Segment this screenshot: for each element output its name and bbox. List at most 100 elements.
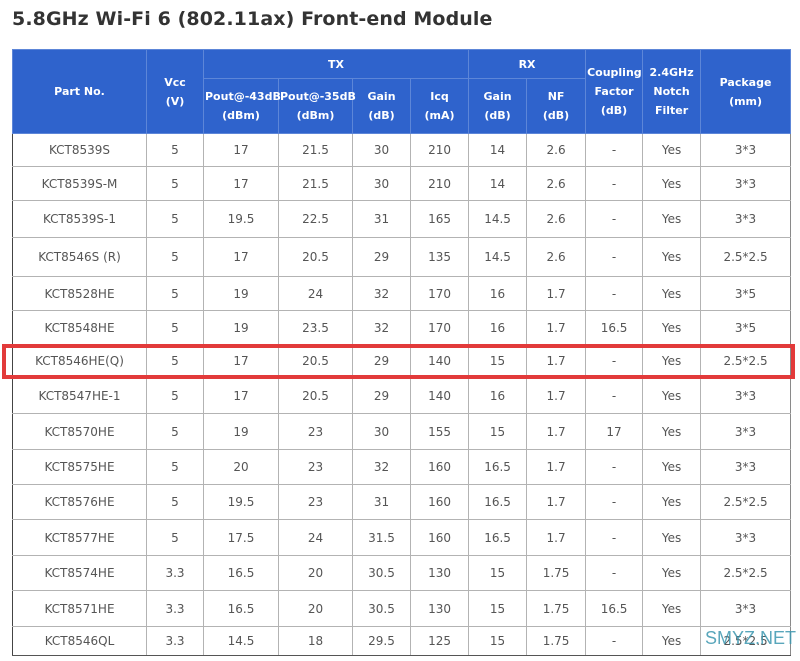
table-body: KCT8539S 5 17 21.5 30 210 14 2.6- Yes 3*3 KCT8539S… — [12, 133, 792, 656]
cell-tx-pout-35: 21.5 — [278, 133, 353, 167]
cell-coupling-factor: - — [585, 484, 644, 520]
cell-tx-pout-35: 20.5 — [278, 237, 353, 277]
cell-tx-icq: 160 — [409, 519, 470, 556]
page-title: 5.8GHz Wi-Fi 6 (802.11ax) Front-end Modu… — [12, 8, 493, 30]
cell-rx-nf: 1.7 — [526, 449, 587, 485]
cell-tx-gain: 29.5 — [352, 626, 411, 656]
cell-rx-gain: 16 — [468, 310, 528, 345]
cell-tx-gain: 30 — [352, 413, 411, 450]
cell-tx-pout-43: 17 — [203, 377, 279, 414]
cell-part-no: KCT8546QL — [12, 626, 147, 656]
header-part-no: Part No. — [12, 49, 147, 134]
cell-package: 3*3 — [700, 413, 792, 450]
header-tx-gain: Gain (dB) — [352, 78, 411, 134]
cell-tx-pout-35: 20.5 — [278, 377, 353, 414]
cell-vcc: 3.3 — [146, 555, 204, 591]
cell-tx-pout-35: 24 — [278, 276, 353, 311]
cell-part-no: KCT8570HE — [12, 413, 147, 450]
cell-tx-icq: 160 — [409, 484, 470, 520]
cell-rx-nf: 1.75 — [526, 590, 587, 627]
cell-part-no: KCT8546S (R) — [12, 237, 147, 277]
cell-vcc: 5 — [146, 310, 204, 345]
cell-tx-pout-35: 21.5 — [278, 166, 353, 201]
cell-tx-pout-43: 17 — [203, 166, 279, 201]
cell-tx-gain: 31 — [352, 484, 411, 520]
table-row: KCT8547HE-1 5 17 20.5 29 140 16 1.7- Yes 3*3 — [12, 377, 792, 414]
cell-coupling-factor: - — [585, 237, 644, 277]
cell-tx-gain: 29 — [352, 344, 411, 378]
cell-package: 3*3 — [700, 200, 792, 238]
cell-notch-filter: Yes — [642, 377, 702, 414]
cell-tx-pout-35: 20.5 — [278, 344, 353, 378]
cell-tx-icq: 155 — [409, 413, 470, 450]
cell-part-no: KCT8547HE-1 — [12, 377, 147, 414]
cell-tx-gain: 29 — [352, 377, 411, 414]
cell-rx-gain: 16 — [468, 377, 528, 414]
cell-tx-icq: 210 — [409, 133, 470, 167]
cell-tx-pout-43: 14.5 — [203, 626, 279, 656]
cell-package: 3*3 — [700, 449, 792, 485]
cell-notch-filter: Yes — [642, 237, 702, 277]
cell-package: 3*3 — [700, 519, 792, 556]
cell-rx-gain: 15 — [468, 555, 528, 591]
cell-tx-gain: 32 — [352, 310, 411, 345]
cell-tx-gain: 31 — [352, 200, 411, 238]
cell-tx-gain: 29 — [352, 237, 411, 277]
cell-part-no: KCT8546HE(Q) — [12, 344, 147, 378]
cell-vcc: 5 — [146, 344, 204, 378]
cell-rx-gain: 14.5 — [468, 237, 528, 277]
cell-part-no: KCT8548HE — [12, 310, 147, 345]
cell-tx-pout-43: 19 — [203, 276, 279, 311]
cell-tx-icq: 170 — [409, 276, 470, 311]
cell-part-no: KCT8539S-M — [12, 166, 147, 201]
cell-vcc: 3.3 — [146, 590, 204, 627]
cell-rx-nf: 1.7 — [526, 484, 587, 520]
header-notch-filter: 2.4GHz Notch Filter — [642, 49, 702, 134]
cell-rx-nf: 2.6 — [526, 237, 587, 277]
cell-tx-icq: 140 — [409, 377, 470, 414]
cell-notch-filter: Yes — [642, 626, 702, 656]
cell-package: 3*3 — [700, 166, 792, 201]
cell-coupling-factor: - — [585, 344, 644, 378]
cell-tx-gain: 30 — [352, 133, 411, 167]
cell-tx-pout-35: 24 — [278, 519, 353, 556]
cell-rx-gain: 16.5 — [468, 519, 528, 556]
cell-rx-nf: 1.7 — [526, 344, 587, 378]
cell-rx-nf: 2.6 — [526, 133, 587, 167]
cell-coupling-factor: - — [585, 133, 644, 167]
table-row: KCT8548HE 5 19 23.5 32 170 16 1.7 16.5 Yes 3*5 — [12, 310, 792, 345]
cell-notch-filter: Yes — [642, 449, 702, 485]
cell-tx-gain: 32 — [352, 449, 411, 485]
cell-rx-nf: 1.7 — [526, 519, 587, 556]
cell-part-no: KCT8528HE — [12, 276, 147, 311]
cell-notch-filter: Yes — [642, 484, 702, 520]
cell-package: 2.5*2.5 — [700, 484, 792, 520]
cell-vcc: 5 — [146, 133, 204, 167]
cell-coupling-factor: - — [585, 200, 644, 238]
cell-part-no: KCT8577HE — [12, 519, 147, 556]
cell-tx-pout-43: 17 — [203, 344, 279, 378]
cell-package: 3*5 — [700, 276, 792, 311]
cell-rx-gain: 15 — [468, 626, 528, 656]
watermark: SMYZ.NET — [705, 628, 797, 648]
cell-tx-icq: 160 — [409, 449, 470, 485]
cell-tx-gain: 30.5 — [352, 590, 411, 627]
cell-notch-filter: Yes — [642, 344, 702, 378]
cell-coupling-factor: - — [585, 519, 644, 556]
cell-part-no: KCT8574HE — [12, 555, 147, 591]
table-row: KCT8575HE 5 20 23 32 160 16.5 1.7- Yes 3*3 — [12, 449, 792, 485]
cell-vcc: 5 — [146, 166, 204, 201]
cell-coupling-factor: 16.5 — [585, 590, 644, 627]
cell-package: 2.5*2.5 — [700, 344, 792, 378]
cell-coupling-factor: - — [585, 276, 644, 311]
cell-tx-icq: 130 — [409, 555, 470, 591]
cell-part-no: KCT8571HE — [12, 590, 147, 627]
cell-coupling-factor: - — [585, 555, 644, 591]
cell-notch-filter: Yes — [642, 133, 702, 167]
header-tx-pout-35: Pout@-35dB (dBm) — [278, 78, 356, 134]
cell-vcc: 5 — [146, 484, 204, 520]
cell-notch-filter: Yes — [642, 276, 702, 311]
cell-tx-icq: 140 — [409, 344, 470, 378]
cell-tx-pout-35: 18 — [278, 626, 353, 656]
table-row: KCT8577HE 5 17.5 24 31.5 160 16.5 1.7- Yes 3*3 — [12, 519, 792, 556]
